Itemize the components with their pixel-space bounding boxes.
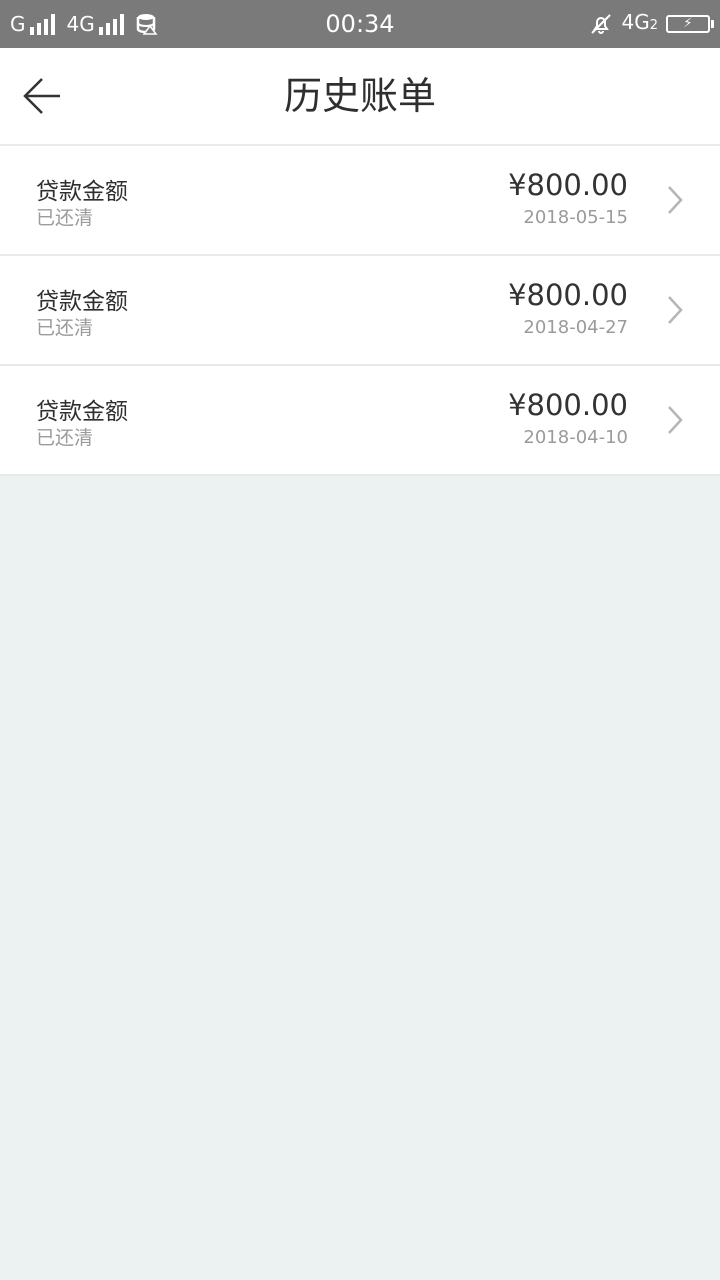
bill-amount: ¥800.00 [508, 388, 628, 422]
bill-date: 2018-04-27 [523, 317, 628, 338]
chevron-right-icon [668, 296, 683, 324]
bill-status: 已还清 [36, 207, 94, 229]
mute-icon [591, 14, 612, 34]
app-header: 历史账单 [0, 48, 720, 146]
network-type-right: 4G2 [621, 12, 658, 36]
lightning-icon: ⚡ [683, 16, 693, 31]
bill-list-item[interactable]: 贷款金额 已还清 ¥800.00 2018-04-10 [0, 366, 720, 476]
status-right-group: 4G2 ⚡ [589, 0, 714, 48]
battery-charging-icon: ⚡ [666, 15, 714, 33]
bill-date: 2018-05-15 [523, 207, 628, 228]
back-arrow-icon [23, 78, 60, 114]
bill-label: 贷款金额 [36, 399, 128, 425]
sim-index-label: 2 [649, 18, 658, 33]
network-type-label: 4G [621, 10, 650, 34]
bill-list-item[interactable]: 贷款金额 已还清 ¥800.00 2018-05-15 [0, 146, 720, 256]
chevron-right-icon [668, 406, 683, 434]
bill-amount: ¥800.00 [508, 278, 628, 312]
bill-label: 贷款金额 [36, 289, 128, 315]
bill-label: 贷款金额 [36, 179, 128, 205]
bill-list: 贷款金额 已还清 ¥800.00 2018-05-15 贷款金额 已还清 ¥80… [0, 146, 720, 476]
chevron-right-icon [668, 186, 683, 214]
bill-date: 2018-04-10 [523, 427, 628, 448]
page-title: 历史账单 [283, 74, 436, 118]
status-bar: G 4G 00:34 4G2 ⚡ [0, 0, 720, 48]
bill-status: 已还清 [36, 317, 94, 339]
back-button[interactable] [18, 72, 66, 120]
bill-amount: ¥800.00 [508, 168, 628, 202]
bill-list-item[interactable]: 贷款金额 已还清 ¥800.00 2018-04-27 [0, 256, 720, 366]
bill-status: 已还清 [36, 427, 94, 449]
